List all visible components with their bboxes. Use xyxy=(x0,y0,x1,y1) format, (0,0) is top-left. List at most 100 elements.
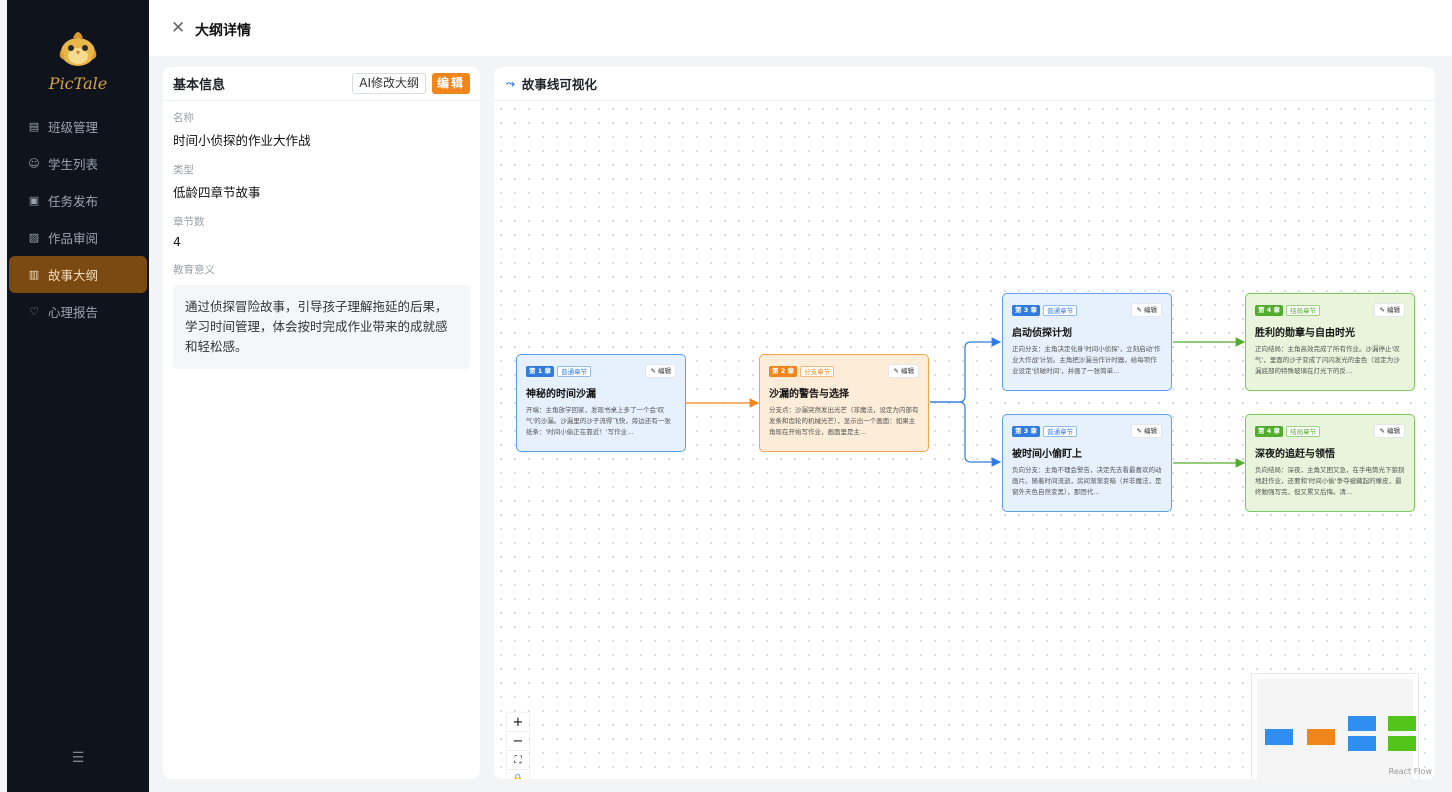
chapter-badge: 第 3 章 xyxy=(1012,304,1041,316)
chapter-node[interactable]: 第 3 章普通章节 ✎ 编辑 启动侦探计划 正向分支：主角决定化身'时间小侦探'，… xyxy=(1002,293,1172,391)
node-edit-button[interactable]: ✎ 编辑 xyxy=(888,364,919,378)
basic-info-header: 基本信息 AI修改大纲 编辑 xyxy=(163,67,480,101)
chapters-label: 章节数 xyxy=(173,216,205,228)
node-description: 分支点：沙漏突然发出光芒（非魔法，设定为内部有发条和齿轮的机械光芒），显示出一个… xyxy=(769,406,919,436)
sidebar-item-label: 学生列表 xyxy=(48,157,99,172)
chapter-badge: 第 3 章 xyxy=(1012,425,1041,437)
type-label: 类型 xyxy=(173,164,194,176)
bird-logo-icon xyxy=(59,32,97,66)
page-title: 大纲详情 xyxy=(195,23,251,39)
ai-modify-button[interactable]: AI修改大纲 xyxy=(352,73,426,94)
chapter-badge: 第 4 章 xyxy=(1255,425,1284,437)
sidebar-item-class[interactable]: ▤ 班级管理 xyxy=(7,108,149,145)
chapter-type-tag: 结局章节 xyxy=(1286,425,1321,437)
branch-icon: ⤳ xyxy=(506,76,515,90)
minimap-node xyxy=(1265,729,1293,745)
chapter-node[interactable]: 第 4 章结局章节 ✎ 编辑 深夜的追赶与领悟 负向结局：深夜，主角又困又急，在手… xyxy=(1245,414,1415,512)
collapse-sidebar-icon[interactable]: ☰ xyxy=(68,750,88,770)
storyline-title: 故事线可视化 xyxy=(521,77,597,92)
chapter-node[interactable]: 第 4 章结局章节 ✎ 编辑 胜利的勋章与自由时光 正向结局：主角高效完成了所有作… xyxy=(1245,293,1415,391)
review-icon: ▨ xyxy=(28,231,40,244)
sidebar-item-label: 心理报告 xyxy=(48,305,99,320)
node-description: 负向分支：主角不理会警告，决定先去看最喜欢的动画片。随着时间流逝，房间渐渐变暗（… xyxy=(1012,466,1162,496)
edge-2-3a xyxy=(930,337,1002,403)
edge-2-3b xyxy=(930,401,1002,467)
basic-info-title: 基本信息 xyxy=(173,78,226,93)
flow-controls: + − ⛶ 🔒 xyxy=(507,713,529,779)
minimap-node xyxy=(1348,736,1376,751)
education-label: 教育意义 xyxy=(173,264,215,276)
lock-icon[interactable]: 🔒 xyxy=(507,770,529,779)
react-flow-attribution[interactable]: React Flow xyxy=(1389,767,1432,776)
class-icon: ▤ xyxy=(28,120,40,133)
type-value: 低龄四章节故事 xyxy=(173,185,261,200)
minimap-node xyxy=(1348,716,1376,731)
sidebar-nav: ▤ 班级管理 ☺ 学生列表 ▣ 任务发布 ▨ 作品审阅 ▥ 故事大纲 ♡ 心理报… xyxy=(7,108,149,330)
name-label: 名称 xyxy=(173,112,194,124)
heart-icon: ♡ xyxy=(29,305,39,318)
minimap[interactable] xyxy=(1251,673,1419,779)
storyline-header: ⤳ 故事线可视化 xyxy=(494,67,1435,101)
chapter-badge: 第 1 章 xyxy=(526,365,555,377)
sidebar-item-label: 班级管理 xyxy=(48,120,99,135)
flow-canvas[interactable]: 第 1 章普通章节 ✎ 编辑 神秘的时间沙漏 开端：主角放学回家，发现书桌上多了一… xyxy=(494,102,1435,779)
node-edit-button[interactable]: ✎ 编辑 xyxy=(1131,424,1162,438)
fit-view-icon[interactable]: ⛶ xyxy=(507,751,529,770)
chapter-type-tag: 普通章节 xyxy=(1043,304,1078,316)
top-bar: ✕ 大纲详情 xyxy=(149,0,1452,56)
minimap-viewport xyxy=(1257,679,1416,779)
node-edit-button[interactable]: ✎ 编辑 xyxy=(1374,303,1405,317)
sidebar: PicTale ▤ 班级管理 ☺ 学生列表 ▣ 任务发布 ▨ 作品审阅 ▥ 故事… xyxy=(7,0,149,792)
node-title: 被时间小偷盯上 xyxy=(1012,449,1082,460)
zoom-in-icon[interactable]: + xyxy=(507,713,529,732)
logo-text: PicTale xyxy=(48,74,108,93)
node-title: 神秘的时间沙漏 xyxy=(526,389,596,400)
node-title: 沙漏的警告与选择 xyxy=(769,389,849,400)
chapter-badge: 第 4 章 xyxy=(1255,304,1284,316)
sidebar-item-label: 任务发布 xyxy=(48,194,99,209)
chapter-node[interactable]: 第 3 章普通章节 ✎ 编辑 被时间小偷盯上 负向分支：主角不理会警告，决定先去看… xyxy=(1002,414,1172,512)
name-value: 时间小侦探的作业大作战 xyxy=(173,133,311,148)
sidebar-item-review[interactable]: ▨ 作品审阅 xyxy=(7,219,149,256)
chapter-node[interactable]: 第 1 章普通章节 ✎ 编辑 神秘的时间沙漏 开端：主角放学回家，发现书桌上多了一… xyxy=(516,354,686,452)
chapter-type-tag: 普通章节 xyxy=(557,365,592,377)
outline-icon: ▥ xyxy=(28,268,40,281)
node-description: 负向结局：深夜，主角又困又急，在手电筒光下狼狈地赶作业，还要和'时间小偷'争夺被… xyxy=(1255,466,1405,496)
storyline-panel: ⤳ 故事线可视化 第 1 章普通章节 ✎ 编辑 神秘的时间沙漏 开端：主角放学回家… xyxy=(494,67,1435,779)
name-field: 名称 时间小侦探的作业大作战 xyxy=(163,110,480,149)
type-field: 类型 低龄四章节故事 xyxy=(163,162,480,201)
chapters-field: 章节数 4 xyxy=(163,214,480,249)
chapter-badge: 第 2 章 xyxy=(769,365,798,377)
minimap-node xyxy=(1388,716,1416,731)
basic-info-panel: 基本信息 AI修改大纲 编辑 名称 时间小侦探的作业大作战 类型 低龄四章节故事… xyxy=(163,67,480,779)
education-value: 通过侦探冒险故事，引导孩子理解拖延的后果，学习时间管理，体会按时完成作业带来的成… xyxy=(173,285,470,369)
node-title: 启动侦探计划 xyxy=(1012,328,1072,339)
sidebar-item-report[interactable]: ♡ 心理报告 xyxy=(7,293,149,330)
node-edit-button[interactable]: ✎ 编辑 xyxy=(645,364,676,378)
chapter-node[interactable]: 第 2 章分支章节 ✎ 编辑 沙漏的警告与选择 分支点：沙漏突然发出光芒（非魔法，… xyxy=(759,354,929,452)
close-icon[interactable]: ✕ xyxy=(171,18,185,38)
node-title: 深夜的追赶与领悟 xyxy=(1255,449,1335,460)
minimap-node xyxy=(1388,736,1416,751)
node-edit-button[interactable]: ✎ 编辑 xyxy=(1374,424,1405,438)
sidebar-item-outline[interactable]: ▥ 故事大纲 xyxy=(9,256,147,293)
logo[interactable]: PicTale xyxy=(7,18,149,98)
student-icon: ☺ xyxy=(28,157,40,170)
sidebar-item-label: 作品审阅 xyxy=(48,231,99,246)
chapter-type-tag: 普通章节 xyxy=(1043,425,1078,437)
node-description: 正向分支：主角决定化身'时间小侦探'，立刻启动'作业大作战'计划。主角把沙漏当作… xyxy=(1012,345,1161,375)
chapters-value: 4 xyxy=(173,234,181,249)
zoom-out-icon[interactable]: − xyxy=(507,732,529,751)
node-description: 开端：主角放学回家，发现书桌上多了一个会'叹气'的沙漏。沙漏里的沙子流得飞快，旁… xyxy=(526,406,671,436)
edit-button[interactable]: 编辑 xyxy=(431,73,470,94)
sidebar-item-label: 故事大纲 xyxy=(48,268,99,283)
minimap-node xyxy=(1307,729,1335,745)
task-icon: ▣ xyxy=(28,194,40,207)
node-title: 胜利的勋章与自由时光 xyxy=(1255,328,1355,339)
education-field: 教育意义 xyxy=(163,262,480,277)
node-edit-button[interactable]: ✎ 编辑 xyxy=(1131,303,1162,317)
chapter-type-tag: 分支章节 xyxy=(800,365,835,377)
sidebar-item-tasks[interactable]: ▣ 任务发布 xyxy=(7,182,149,219)
node-description: 正向结局：主角高效完成了所有作业。沙漏停止'叹气'，里面的沙子变成了闪闪发光的金… xyxy=(1255,345,1400,375)
sidebar-item-students[interactable]: ☺ 学生列表 xyxy=(7,145,149,182)
